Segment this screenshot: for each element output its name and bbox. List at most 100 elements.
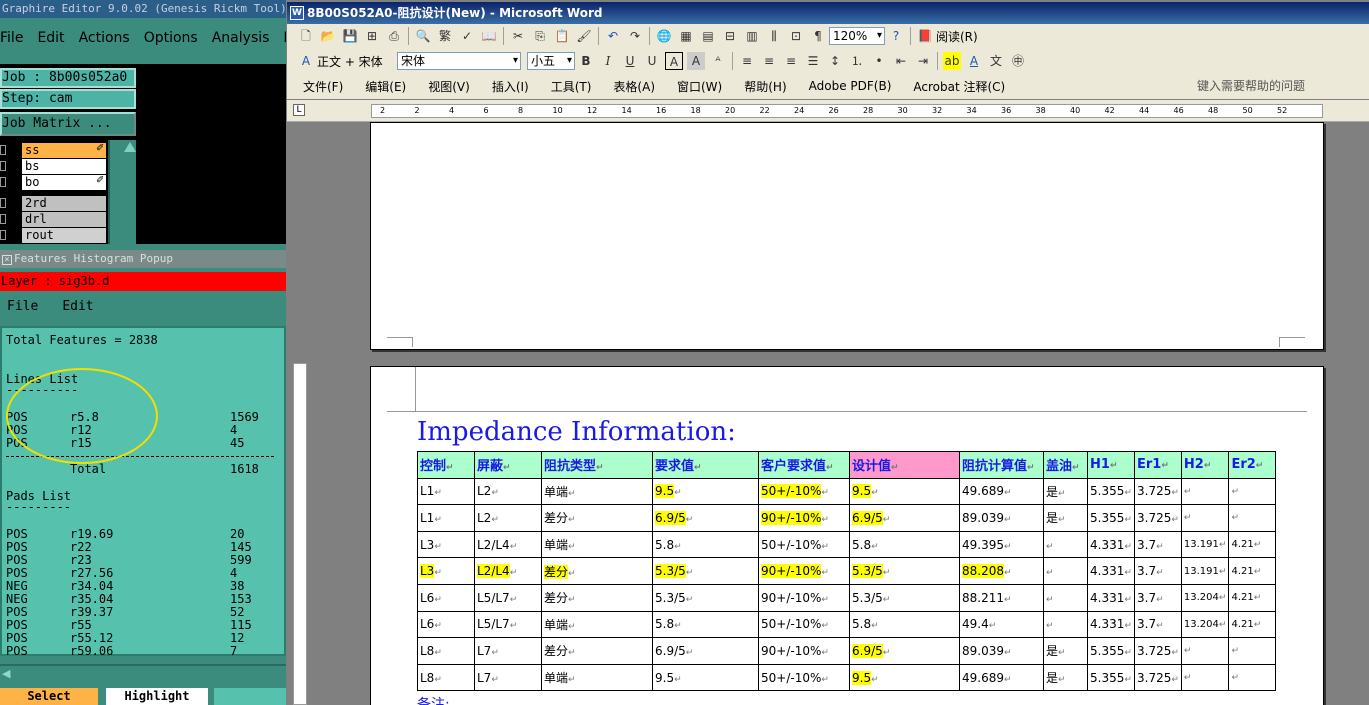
table-cell[interactable]: 6.9/5↵: [849, 637, 960, 665]
underline-icon[interactable]: U: [621, 52, 639, 70]
menu-acrobat[interactable]: Acrobat 注释(C): [913, 78, 1005, 95]
menu-table[interactable]: 表格(A): [613, 78, 655, 95]
table-cell[interactable]: 49.689↵: [959, 477, 1044, 506]
paste-icon[interactable]: 📋: [553, 27, 571, 45]
drawing-icon[interactable]: ⫼: [765, 27, 783, 45]
menu-analysis[interactable]: Analysis: [212, 30, 270, 46]
table-cell[interactable]: 89.039↵: [959, 637, 1044, 665]
table-cell[interactable]: 4.331↵: [1087, 583, 1135, 612]
vertical-ruler[interactable]: [293, 363, 307, 705]
table-cell[interactable]: 90+/-10%↵: [758, 504, 850, 532]
menu-insert[interactable]: 插入(I): [492, 78, 529, 95]
table-cell[interactable]: 差分↵: [541, 637, 653, 665]
table-cell[interactable]: ↵: [1043, 583, 1088, 612]
chinese-convert-icon[interactable]: 繁: [436, 27, 454, 45]
table-cell[interactable]: L2↵: [474, 477, 542, 506]
table-cell[interactable]: 9.5↵: [849, 477, 960, 506]
table-cell[interactable]: L7↵: [474, 663, 542, 692]
layer-checkbox[interactable]: [0, 230, 6, 240]
table-header-cell[interactable]: 屏蔽↵: [474, 451, 542, 479]
menu-file[interactable]: File: [0, 30, 23, 46]
hyperlink-icon[interactable]: 🌐: [655, 27, 673, 45]
increase-indent-icon[interactable]: ⇥: [914, 52, 932, 70]
menu-actions[interactable]: Actions: [79, 30, 130, 46]
open-icon[interactable]: 📂: [319, 27, 337, 45]
table-header-cell[interactable]: 盖油↵: [1043, 451, 1088, 479]
table-cell[interactable]: 3.725↵: [1134, 637, 1182, 665]
table-header-cell[interactable]: 阻抗计算值↵: [959, 451, 1044, 479]
table-cell[interactable]: 差分↵: [541, 557, 653, 585]
menu-window[interactable]: 窗口(W): [677, 78, 722, 95]
layer-checkbox[interactable]: [0, 161, 6, 171]
table-cell[interactable]: 90+/-10%↵: [758, 637, 850, 665]
job-matrix-button[interactable]: Job Matrix ...: [0, 112, 136, 136]
table-cell[interactable]: 50+/-10%↵: [758, 477, 850, 506]
scroll-up-icon[interactable]: [124, 142, 136, 152]
table-cell[interactable]: L8↵: [417, 637, 475, 665]
menu-edit[interactable]: 编辑(E): [365, 78, 406, 95]
table-cell[interactable]: L5/L7↵: [474, 610, 542, 639]
help-icon[interactable]: ?: [887, 27, 905, 45]
close-icon[interactable]: ×: [2, 255, 12, 265]
table-cell[interactable]: L3↵: [417, 530, 475, 559]
insert-excel-icon[interactable]: ⊟: [721, 27, 739, 45]
table-cell[interactable]: L1↵: [417, 504, 475, 532]
table-header-cell[interactable]: Er2↵: [1228, 451, 1277, 479]
table-cell[interactable]: 90+/-10%↵: [758, 583, 850, 612]
table-cell[interactable]: 89.039↵: [959, 504, 1044, 532]
table-cell[interactable]: 4.331↵: [1087, 610, 1135, 639]
table-cell[interactable]: 差分↵: [541, 504, 653, 532]
table-cell[interactable]: 9.5↵: [652, 663, 759, 692]
table-cell[interactable]: 5.3/5↵: [849, 583, 960, 612]
table-cell[interactable]: 单端↵: [541, 477, 653, 506]
table-cell[interactable]: L3↵: [417, 557, 475, 585]
menu-file[interactable]: 文件(F): [303, 78, 343, 95]
table-cell[interactable]: 88.208↵: [959, 557, 1044, 585]
table-cell[interactable]: 是↵: [1043, 477, 1088, 506]
blank-button[interactable]: [214, 688, 286, 705]
table-cell[interactable]: ↵: [1180, 477, 1230, 506]
table-cell[interactable]: ↵: [1228, 504, 1277, 532]
table-cell[interactable]: ↵: [1228, 637, 1277, 665]
table-cell[interactable]: ↵: [1180, 637, 1230, 665]
table-cell[interactable]: 单端↵: [541, 530, 653, 559]
redo-icon[interactable]: ↷: [626, 27, 644, 45]
table-cell[interactable]: 5.3/5↵: [849, 557, 960, 585]
table-cell[interactable]: 单端↵: [541, 610, 653, 639]
table-cell[interactable]: 5.355↵: [1087, 477, 1135, 506]
table-cell[interactable]: 3.7↵: [1134, 530, 1182, 559]
line-spacing-icon[interactable]: ↕: [826, 52, 844, 70]
italic-icon[interactable]: I: [599, 52, 617, 70]
table-header-cell[interactable]: 控制↵: [417, 451, 475, 479]
bold-icon[interactable]: B: [577, 52, 595, 70]
table-cell[interactable]: 4.331↵: [1087, 557, 1135, 585]
table-header-cell[interactable]: 要求值↵: [652, 451, 759, 479]
table-cell[interactable]: ↵: [1043, 610, 1088, 639]
bullets-icon[interactable]: •: [870, 52, 888, 70]
table-cell[interactable]: 3.7↵: [1134, 610, 1182, 639]
style-combo[interactable]: 正文 + 宋体: [317, 53, 397, 70]
help-search-input[interactable]: 键入需要帮助的问题: [1197, 77, 1369, 95]
table-cell[interactable]: 5.8↵: [849, 610, 960, 639]
table-cell[interactable]: ↵: [1043, 557, 1088, 585]
table-header-cell[interactable]: 设计值↵: [849, 451, 960, 479]
table-cell[interactable]: ↵: [1228, 477, 1277, 506]
table-cell[interactable]: 9.5↵: [849, 663, 960, 692]
spelling-icon[interactable]: ✓: [458, 27, 476, 45]
table-cell[interactable]: L2↵: [474, 504, 542, 532]
histogram-hscrollbar[interactable]: ◀: [0, 664, 286, 682]
table-cell[interactable]: 是↵: [1043, 637, 1088, 665]
table-cell[interactable]: 6.9/5↵: [652, 637, 759, 665]
table-cell[interactable]: 9.5↵: [652, 477, 759, 506]
table-cell[interactable]: 3.725↵: [1134, 504, 1182, 532]
menu-options[interactable]: Options: [144, 30, 198, 46]
format-painter-icon[interactable]: 🖌: [575, 27, 593, 45]
select-button[interactable]: Select: [0, 688, 98, 705]
word-underline-icon[interactable]: U: [643, 52, 661, 70]
highlight-button[interactable]: Highlight: [106, 688, 208, 705]
phonetic-icon[interactable]: 文: [987, 52, 1005, 70]
job-field[interactable]: Job : 8b00s052a0: [0, 68, 136, 88]
document-map-icon[interactable]: ⊡: [787, 27, 805, 45]
table-cell[interactable]: 3.7↵: [1134, 557, 1182, 585]
table-cell[interactable]: L8↵: [417, 663, 475, 692]
